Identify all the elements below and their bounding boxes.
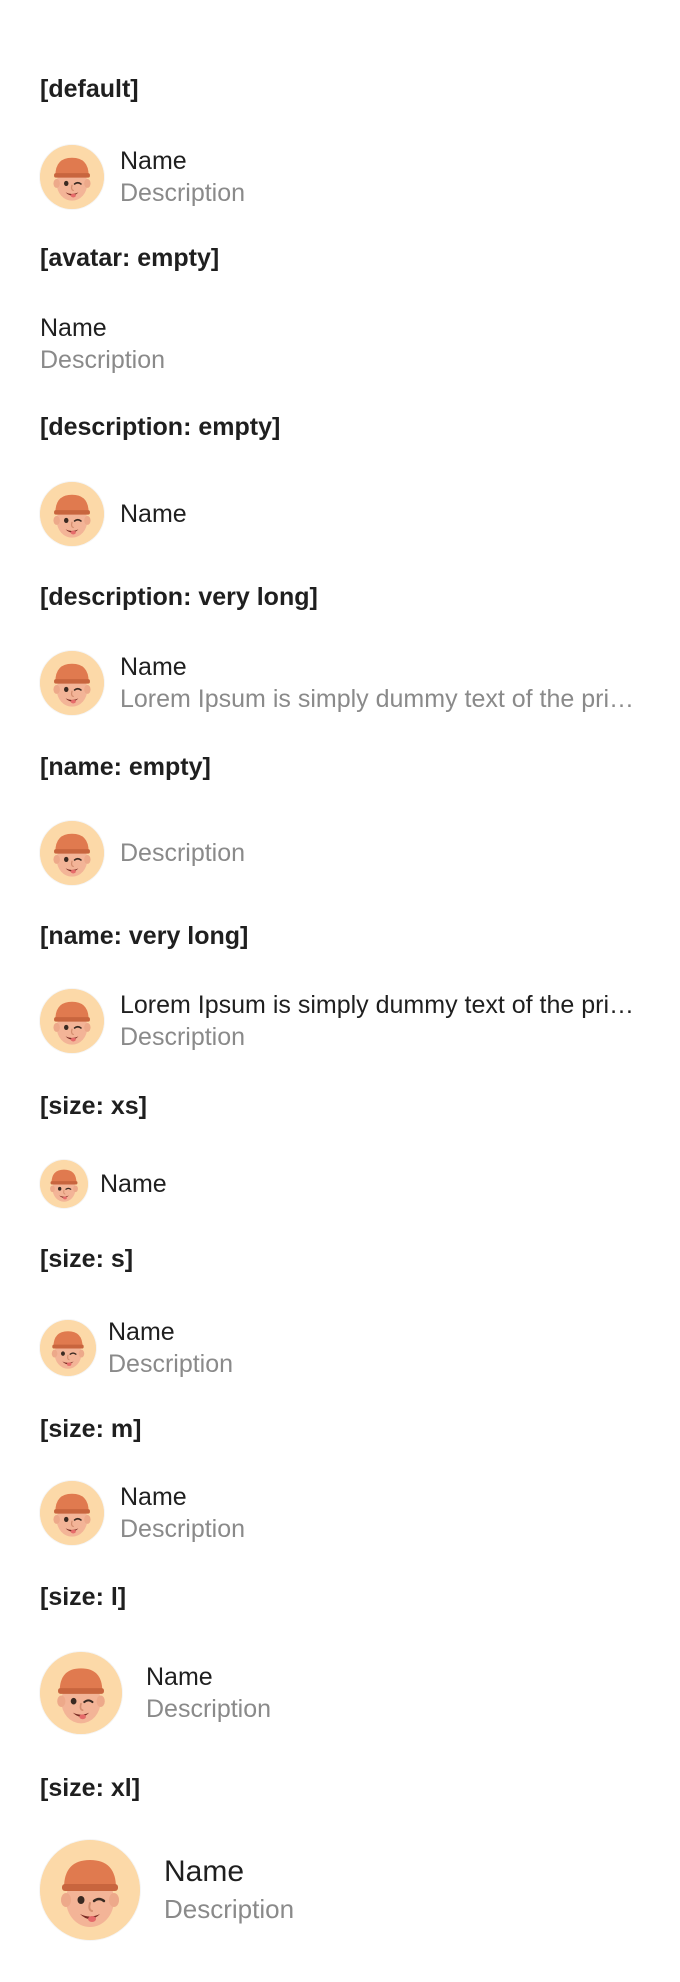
user-card-name-empty[interactable]: Description: [40, 821, 640, 885]
user-name: Name: [120, 1483, 187, 1511]
user-name: Name: [108, 1318, 175, 1346]
memoji-avatar-icon: [40, 1652, 122, 1734]
user-name: Name: [40, 314, 107, 342]
user-card-size-xl[interactable]: Name Description: [40, 1840, 294, 1940]
user-card-size-l[interactable]: Name Description: [40, 1652, 271, 1734]
user-description: Lorem Ipsum is simply dummy text of the …: [120, 685, 640, 713]
user-card-description-very-long[interactable]: Name Lorem Ipsum is simply dummy text of…: [40, 651, 640, 715]
user-description: Description: [108, 1350, 234, 1378]
user-name: Name: [120, 653, 187, 681]
memoji-avatar-icon: [40, 1481, 104, 1545]
user-description: Description: [164, 1894, 295, 1924]
user-card-description-empty[interactable]: Name: [40, 482, 640, 546]
user-name: Lorem Ipsum is simply dummy text of the …: [120, 991, 640, 1019]
section-heading-avatar-empty: [avatar: empty]: [40, 244, 220, 272]
user-card-name-very-long[interactable]: Lorem Ipsum is simply dummy text of the …: [40, 989, 640, 1053]
user-description: Description: [146, 1695, 272, 1723]
user-description: Description: [120, 1515, 246, 1543]
user-name: Name: [100, 1170, 167, 1198]
user-name: Name: [164, 1855, 245, 1888]
memoji-avatar-icon: [40, 145, 104, 209]
section-heading-name-empty: [name: empty]: [40, 753, 211, 781]
user-name: Name: [120, 500, 187, 528]
section-heading-description-empty: [description: empty]: [40, 413, 281, 441]
section-heading-description-very-long: [description: very long]: [40, 583, 318, 611]
memoji-avatar-icon: [40, 989, 104, 1053]
user-name: Name: [146, 1663, 213, 1691]
user-card-size-xs[interactable]: Name: [40, 1160, 167, 1208]
section-heading-size-xl: [size: xl]: [40, 1774, 141, 1802]
user-name: Name: [120, 147, 187, 175]
section-heading-size-l: [size: l]: [40, 1583, 127, 1611]
user-description: Description: [120, 1023, 246, 1051]
memoji-avatar-icon: [40, 1320, 96, 1376]
user-card-avatar-empty[interactable]: Name Description: [40, 312, 560, 376]
user-card-size-s[interactable]: Name Description: [40, 1316, 233, 1380]
memoji-avatar-icon: [40, 1160, 88, 1208]
memoji-avatar-icon: [40, 821, 104, 885]
memoji-avatar-icon: [40, 651, 104, 715]
section-heading-default: [default]: [40, 75, 139, 103]
memoji-avatar-icon: [40, 1840, 140, 1940]
section-heading-size-xs: [size: xs]: [40, 1092, 147, 1120]
user-card-size-m[interactable]: Name Description: [40, 1481, 640, 1545]
user-description: Description: [120, 179, 246, 207]
section-heading-size-m: [size: m]: [40, 1415, 142, 1443]
memoji-avatar-icon: [40, 482, 104, 546]
section-heading-size-s: [size: s]: [40, 1245, 134, 1273]
user-description: Description: [40, 346, 166, 374]
user-description: Description: [120, 839, 246, 867]
section-heading-name-very-long: [name: very long]: [40, 922, 249, 950]
user-card-default[interactable]: Name Description: [40, 145, 640, 209]
